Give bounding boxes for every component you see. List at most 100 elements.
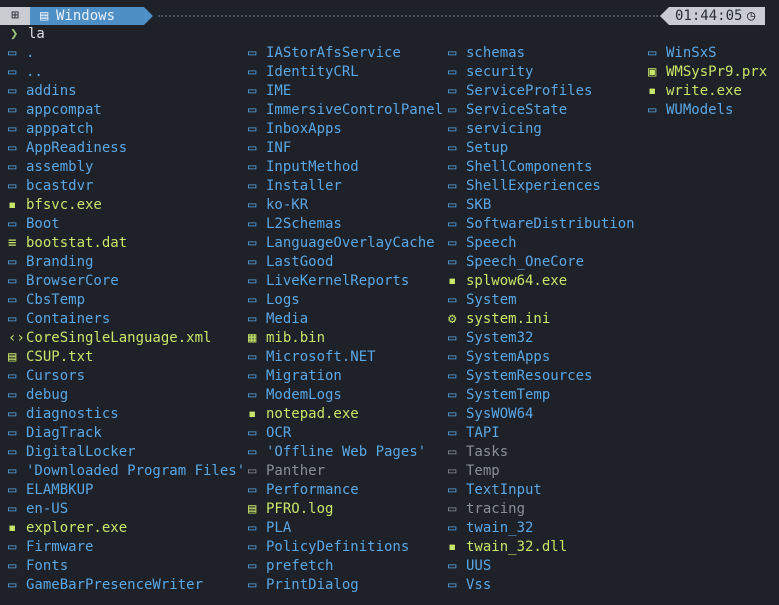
entry-name: twain_32	[466, 520, 534, 536]
listing-entry: ▭ System	[448, 291, 635, 310]
listing-entry: ▭ WinSxS	[648, 44, 767, 63]
prompt-directory-segment: ▤ Windows	[30, 7, 144, 25]
folder-icon: ▭	[8, 292, 17, 308]
folder-icon: ▭	[8, 102, 17, 118]
database-icon: ≡	[8, 235, 17, 251]
command-line[interactable]: ❯ la	[0, 26, 779, 45]
listing-entry: ▭.	[8, 44, 245, 63]
entry-name: OCR	[266, 425, 292, 441]
folder-icon: ▭	[648, 45, 657, 61]
folder-icon: ▭	[8, 501, 17, 517]
listing-entry: ▭ Speech_OneCore	[448, 253, 635, 272]
listing-entry: ▭ INF	[248, 139, 443, 158]
entry-name: CbsTemp	[26, 292, 86, 308]
terminal-window: ⊞ ▤ Windows 01:44:05 ◷ ❯ la ▭. ▭.. ▭ addins…	[0, 0, 779, 605]
entry-name: DiagTrack	[26, 425, 102, 441]
folder-icon: ▭	[448, 83, 457, 99]
listing-entry: ‹›CoreSingleLanguage.xml	[8, 329, 245, 348]
entry-name: PrintDialog	[266, 577, 359, 593]
listing-entry: ▭ ImmersiveControlPanel	[248, 101, 443, 120]
entry-name: IdentityCRL	[266, 64, 359, 80]
entry-name: CSUP.txt	[26, 349, 94, 365]
folder-icon: ▭	[448, 349, 457, 365]
folder-icon: ▭	[448, 501, 457, 517]
entry-name: ServiceState	[466, 102, 568, 118]
entry-name: SystemResources	[466, 368, 593, 384]
listing-entry: ▭ Tasks	[448, 443, 635, 462]
entry-name: PolicyDefinitions	[266, 539, 410, 555]
entry-name: apppatch	[26, 121, 94, 137]
entry-name: InboxApps	[266, 121, 342, 137]
folder-icon: ▭	[248, 273, 257, 289]
folder-icon: ▭	[448, 140, 457, 156]
entry-name: PFRO.log	[266, 501, 334, 517]
listing-entry: ▭ Branding	[8, 253, 245, 272]
gear-icon: ⚙	[448, 311, 457, 327]
entry-name: security	[466, 64, 534, 80]
folder-icon: ▭	[448, 102, 457, 118]
listing-entry: ▭ schemas	[448, 44, 635, 63]
log-file-icon: ▤	[248, 501, 257, 517]
folder-icon: ▭	[8, 425, 17, 441]
listing-entry: ▭ L2Schemas	[248, 215, 443, 234]
listing-entry: ▭ System32	[448, 329, 635, 348]
entry-name: InputMethod	[266, 159, 359, 175]
entry-name: appcompat	[26, 102, 102, 118]
folder-icon: ▭	[448, 292, 457, 308]
listing-entry: ▪ splwow64.exe	[448, 272, 635, 291]
entry-name: SoftwareDistribution	[466, 216, 635, 232]
listing-entry: ▭ SystemApps	[448, 348, 635, 367]
entry-name: .	[26, 45, 35, 61]
folder-icon: ▭	[448, 387, 457, 403]
entry-name: Panther	[266, 463, 326, 479]
listing-entry: ▭ AppReadiness	[8, 139, 245, 158]
folder-icon: ▭	[248, 235, 257, 251]
entry-name: mib.bin	[266, 330, 326, 346]
library-icon: ▪	[448, 539, 457, 555]
listing-entry: ▪ notepad.exe	[248, 405, 443, 424]
entry-name: Temp	[466, 463, 500, 479]
listing-entry: ▭ Fonts	[8, 557, 245, 576]
listing-entry: ▭ Setup	[448, 139, 635, 158]
segment-separator	[144, 7, 153, 25]
folder-icon: ▭	[248, 83, 257, 99]
listing-entry: ▭ 'Offline Web Pages'	[248, 443, 443, 462]
entry-name: TAPI	[466, 425, 500, 441]
segment-separator	[660, 7, 669, 25]
folder-icon: ▭	[8, 45, 17, 61]
folder-icon: ▭	[448, 254, 457, 270]
listing-entry: ▭ TextInput	[448, 481, 635, 500]
entry-name: explorer.exe	[26, 520, 128, 536]
entry-name: ServiceProfiles	[466, 83, 593, 99]
entry-name: Performance	[266, 482, 359, 498]
entry-name: ImmersiveControlPanel	[266, 102, 444, 118]
entry-name: IAStorAfsService	[266, 45, 401, 61]
folder-icon: ▭	[248, 425, 257, 441]
listing-column-4: ▭ WinSxS ▣ WMSysPr9.prx ▪ write.exe ▭ WUModels	[648, 44, 767, 120]
entry-name: Installer	[266, 178, 342, 194]
listing-entry: ▭ debug	[8, 386, 245, 405]
entry-name: ShellExperiences	[466, 178, 601, 194]
entry-name: bcastdvr	[26, 178, 94, 194]
listing-entry: ▭ Microsoft.NET	[248, 348, 443, 367]
entry-name: assembly	[26, 159, 94, 175]
folder-icon: ▭	[8, 463, 17, 479]
folder-icon: ▭	[248, 444, 257, 460]
listing-entry: ▭ assembly	[8, 158, 245, 177]
prompt-time-segment: 01:44:05 ◷	[669, 7, 765, 25]
folder-icon: ▭	[448, 482, 457, 498]
listing-entry: ▭ SoftwareDistribution	[448, 215, 635, 234]
listing-entry: ▪ bfsvc.exe	[8, 196, 245, 215]
entry-name: Microsoft.NET	[266, 349, 376, 365]
listing-entry: ▭ DiagTrack	[8, 424, 245, 443]
folder-icon: ▭	[248, 311, 257, 327]
listing-entry: ▣ WMSysPr9.prx	[648, 63, 767, 82]
listing-entry: ▭ PLA	[248, 519, 443, 538]
entry-name: write.exe	[666, 83, 742, 99]
entry-name: BrowserCore	[26, 273, 119, 289]
folder-icon: ▭	[248, 159, 257, 175]
folder-icon: ▭	[8, 482, 17, 498]
listing-entry: ▭ Containers	[8, 310, 245, 329]
listing-entry: ▭ apppatch	[8, 120, 245, 139]
folder-icon: ▭	[448, 64, 457, 80]
